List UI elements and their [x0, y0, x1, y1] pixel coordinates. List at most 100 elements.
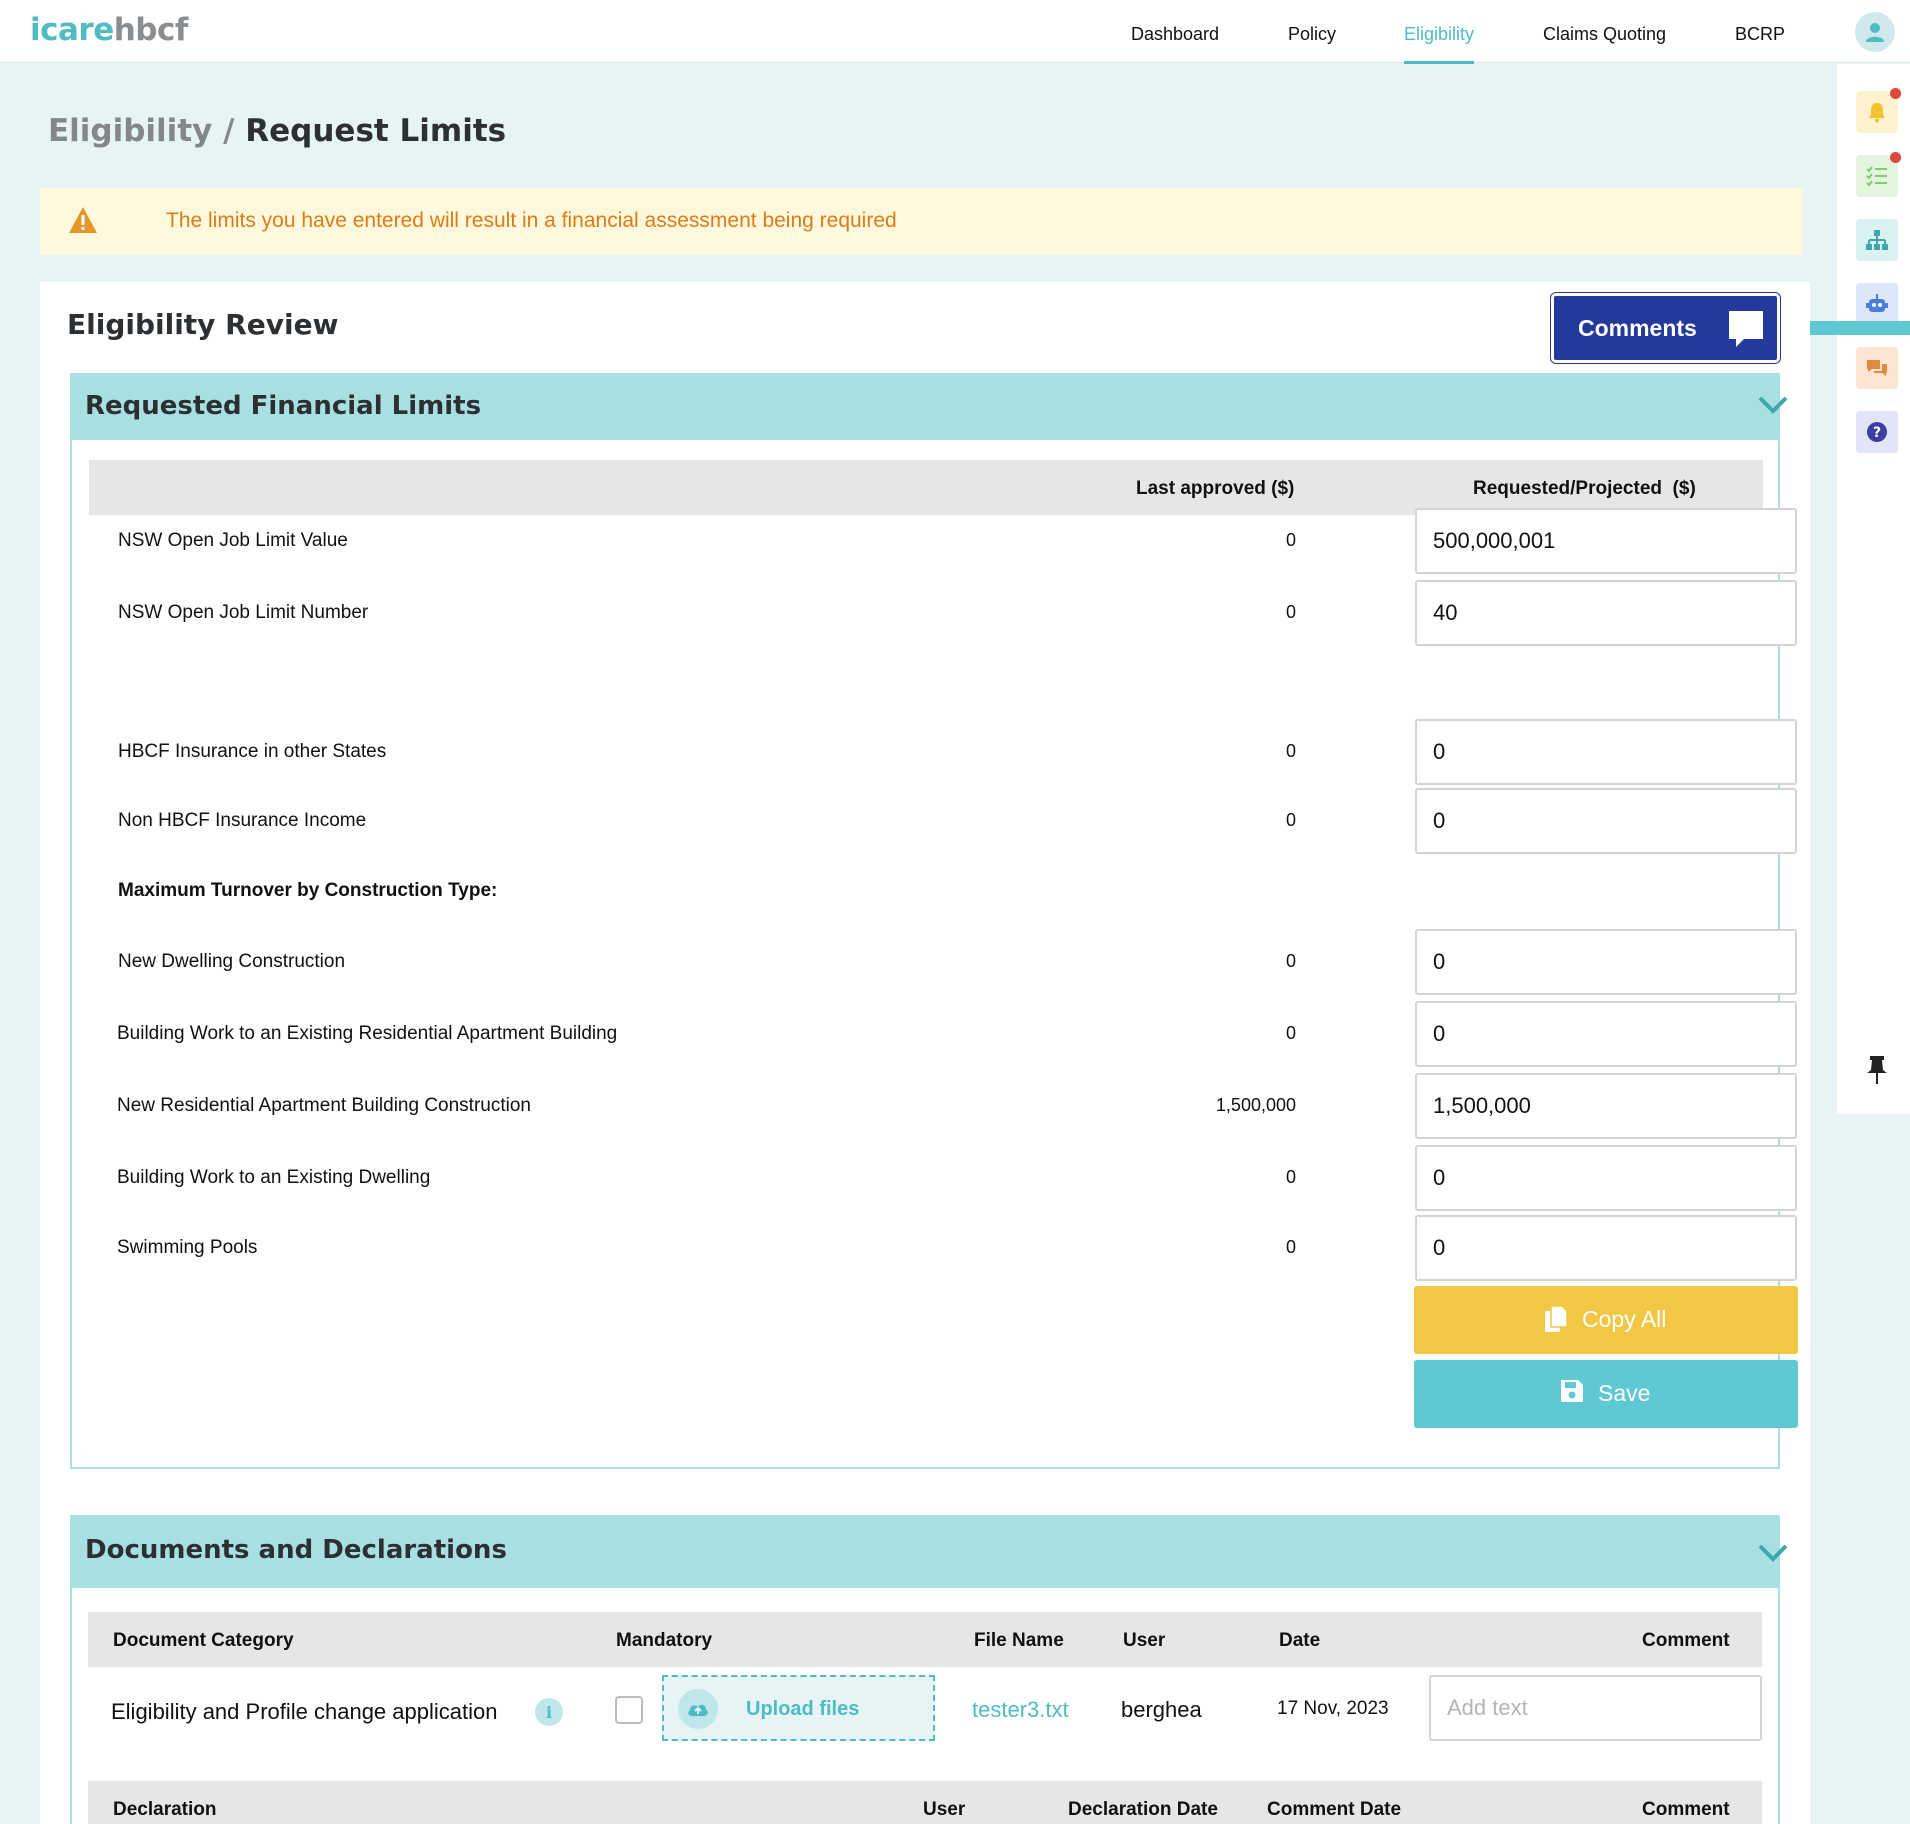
row-label-nsw-open-job-limit-number: NSW Open Job Limit Number [118, 602, 369, 623]
last-approved-value: 0 [1285, 1167, 1296, 1187]
document-category: Eligibility and Profile change applicati… [111, 1699, 498, 1724]
col-date: Date [1279, 1630, 1321, 1651]
document-date: 17 Nov, 2023 [1277, 1698, 1389, 1719]
document-comment-input[interactable] [1429, 1675, 1762, 1741]
save-icon [1561, 1380, 1583, 1402]
non-hbcf-income-input[interactable] [1415, 788, 1797, 854]
section-title: Eligibility Review [67, 308, 339, 341]
assistant-button[interactable] [1856, 283, 1898, 325]
nav-dashboard[interactable]: Dashboard [1131, 24, 1219, 45]
info-icon[interactable]: i [535, 1698, 563, 1726]
brand-logo-part2: hbcf [113, 12, 189, 48]
nsw-open-job-limit-number-input[interactable] [1415, 580, 1797, 646]
page-title: Request Limits [245, 113, 507, 149]
nav-eligibility[interactable]: Eligibility [1404, 24, 1475, 64]
row-label-non-hbcf-income: Non HBCF Insurance Income [118, 810, 367, 831]
col-mandatory: Mandatory [616, 1630, 713, 1651]
svg-text:?: ? [1873, 425, 1881, 441]
row-label-hbcf-other-states: HBCF Insurance in other States [118, 741, 387, 762]
upload-files-label: Upload files [746, 1698, 860, 1720]
new-apartment-input[interactable] [1415, 1073, 1797, 1139]
copy-all-label: Copy All [1582, 1306, 1667, 1332]
notifications-button[interactable] [1856, 88, 1901, 133]
document-user: berghea [1121, 1697, 1202, 1722]
last-approved-value: 0 [1285, 1023, 1296, 1043]
documents-header[interactable]: Documents and Declarations [70, 1515, 1788, 1588]
row-label-existing-apartment: Building Work to an Existing Residential… [117, 1023, 618, 1044]
hbcf-other-states-input[interactable] [1415, 719, 1797, 785]
col-declaration-date: Declaration Date [1068, 1799, 1218, 1820]
brand-logo-part1: icare [30, 12, 114, 48]
last-approved-value: 0 [1285, 1237, 1296, 1257]
col-file-name: File Name [974, 1630, 1064, 1651]
swimming-pools-input[interactable] [1415, 1215, 1797, 1281]
col-declaration-user: User [923, 1799, 966, 1820]
col-comment-date: Comment Date [1267, 1799, 1402, 1820]
chat-icon [1867, 360, 1887, 376]
help-button[interactable]: ? [1856, 411, 1898, 453]
chevron-down-icon[interactable] [1758, 395, 1788, 415]
last-approved-value: 0 [1285, 602, 1296, 622]
col-declaration-comment: Comment [1642, 1799, 1730, 1820]
mandatory-checkbox[interactable] [615, 1696, 643, 1724]
row-label-new-dwelling: New Dwelling Construction [118, 951, 346, 972]
last-approved-value: 0 [1285, 741, 1296, 761]
col-user: User [1123, 1630, 1166, 1651]
bell-icon [1869, 103, 1885, 123]
limits-table-header: Last approved ($) Requested/Projected ($… [89, 460, 1763, 515]
top-navbar: icarehbcf Dashboard Policy Eligibility C… [0, 0, 1910, 64]
financial-limits-body: Last approved ($) Requested/Projected ($… [70, 440, 1798, 1469]
warning-icon [69, 207, 97, 233]
documents-title: Documents and Declarations [85, 1535, 507, 1565]
new-dwelling-input[interactable] [1415, 929, 1797, 995]
row-label-nsw-open-job-limit-value: NSW Open Job Limit Value [118, 530, 348, 551]
task-dot [1890, 152, 1901, 163]
copy-all-button[interactable]: Copy All [1414, 1286, 1798, 1354]
turnover-heading: Maximum Turnover by Construction Type: [118, 880, 498, 901]
nav-policy[interactable]: Policy [1288, 24, 1336, 45]
col-comment: Comment [1642, 1630, 1730, 1651]
financial-limits-header[interactable]: Requested Financial Limits [70, 373, 1788, 440]
comment-icon [1729, 311, 1763, 347]
org-chart-icon [1866, 230, 1888, 250]
chat-button[interactable] [1856, 347, 1898, 389]
alert-message: The limits you have entered will result … [166, 209, 897, 232]
col-requested: Requested/Projected ($) [1473, 478, 1696, 499]
user-icon [1866, 23, 1884, 42]
last-approved-value: 0 [1285, 951, 1296, 971]
existing-dwelling-input[interactable] [1415, 1145, 1797, 1211]
copy-icon [1545, 1305, 1568, 1332]
notification-dot [1890, 88, 1901, 99]
existing-apartment-input[interactable] [1415, 1001, 1797, 1067]
pin-icon [1867, 1056, 1887, 1084]
col-declaration: Declaration [113, 1799, 217, 1820]
robot-icon [1866, 294, 1888, 312]
nsw-open-job-limit-value-input[interactable] [1415, 508, 1797, 574]
file-name-link[interactable]: tester3.txt [972, 1697, 1069, 1723]
cloud-upload-icon [678, 1689, 718, 1729]
last-approved-value: 1,500,000 [1215, 1095, 1296, 1115]
comments-label: Comments [1578, 315, 1697, 341]
breadcrumb: Eligibility / Request Limits [48, 113, 506, 149]
hierarchy-button[interactable] [1856, 219, 1898, 261]
col-last-approved: Last approved ($) [1136, 478, 1295, 499]
last-approved-value: 0 [1285, 810, 1296, 830]
financial-limits-title: Requested Financial Limits [85, 391, 482, 421]
pin-button[interactable] [1856, 1049, 1898, 1091]
tasks-button[interactable] [1856, 152, 1901, 197]
save-label: Save [1598, 1380, 1651, 1406]
nav-claims-quoting[interactable]: Claims Quoting [1543, 24, 1666, 45]
comments-button[interactable]: Comments [1550, 292, 1781, 364]
brand-logo[interactable]: icarehbcf [30, 12, 188, 48]
row-label-existing-dwelling: Building Work to an Existing Dwelling [117, 1167, 431, 1188]
chevron-down-icon[interactable] [1758, 1543, 1788, 1563]
user-avatar[interactable] [1855, 12, 1895, 52]
declarations-table-header: Declaration User Declaration Date Commen… [88, 1781, 1762, 1824]
right-tool-rail: ? [1837, 64, 1910, 1114]
help-icon: ? [1867, 422, 1887, 442]
nav-bcrp[interactable]: BCRP [1735, 24, 1785, 45]
save-button[interactable]: Save [1414, 1360, 1798, 1428]
breadcrumb-parent[interactable]: Eligibility / [48, 113, 234, 149]
upload-files-button[interactable]: Upload files [662, 1675, 935, 1741]
row-label-swimming-pools: Swimming Pools [117, 1237, 258, 1258]
